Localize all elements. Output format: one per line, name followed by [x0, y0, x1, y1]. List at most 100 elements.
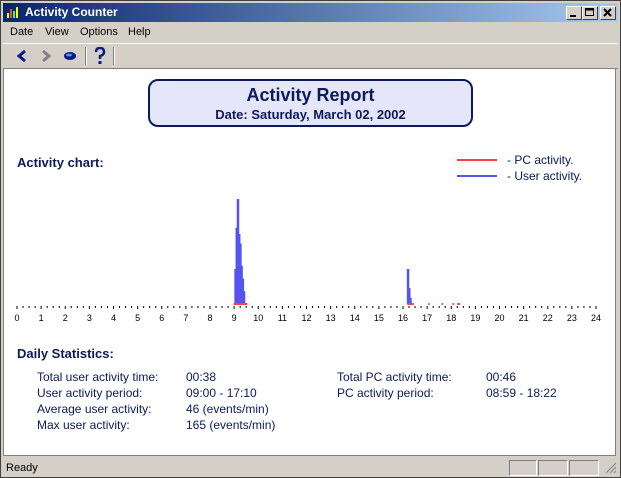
minor-tick [409, 306, 410, 308]
x-tick-label: 2 [63, 313, 68, 323]
x-tick-label: 7 [183, 313, 188, 323]
x-tick-label: 13 [326, 313, 336, 323]
maximize-icon [583, 7, 597, 19]
minor-tick [415, 306, 416, 308]
minor-tick [131, 306, 132, 308]
forward-button[interactable] [35, 46, 57, 66]
stat-value: 46 (events/min) [186, 402, 269, 416]
x-tick-label: 12 [301, 313, 311, 323]
minor-tick [23, 306, 24, 308]
minor-tick [481, 306, 482, 308]
stat-value: 08:59 - 18:22 [486, 386, 557, 400]
minor-tick [396, 306, 397, 308]
pc-activity-span [457, 303, 460, 305]
minor-tick [384, 306, 385, 308]
stat-value: 00:46 [486, 370, 516, 384]
report-area: Activity Report Date: Saturday, March 02… [3, 68, 616, 456]
x-tick-label: 21 [519, 313, 529, 323]
minor-tick [29, 306, 30, 308]
minor-tick [589, 306, 590, 308]
stat-label: User activity period: [37, 386, 142, 400]
hour-tick [403, 306, 404, 309]
menu-options[interactable]: Options [80, 26, 118, 38]
hour-tick [113, 306, 114, 309]
minor-tick [487, 306, 488, 308]
minor-tick [252, 306, 253, 308]
minor-tick [264, 306, 265, 308]
minor-tick [197, 306, 198, 308]
stat-label: Total PC activity time: [337, 370, 452, 384]
hour-tick [41, 306, 42, 309]
minor-tick [203, 306, 204, 308]
stat-label: Max user activity: [37, 418, 130, 432]
minor-tick [336, 306, 337, 308]
minor-tick [59, 306, 60, 308]
today-button[interactable] [59, 46, 81, 66]
minor-tick [348, 306, 349, 308]
menu-help[interactable]: Help [128, 26, 151, 38]
hour-tick [547, 306, 548, 309]
minor-tick [390, 306, 391, 308]
minimize-button[interactable] [566, 6, 582, 20]
maximize-button[interactable] [582, 6, 598, 20]
hour-tick [354, 306, 355, 309]
hour-tick [596, 306, 597, 309]
stat-label: Average user activity: [37, 402, 152, 416]
title-bar[interactable]: Activity Counter [3, 3, 618, 22]
menu-view[interactable]: View [45, 26, 69, 38]
hour-tick [65, 306, 66, 309]
report-title: Activity Report [150, 85, 471, 106]
hour-tick [89, 306, 90, 309]
pc-activity-span [452, 303, 454, 305]
minor-tick [35, 306, 36, 308]
minor-tick [445, 306, 446, 308]
help-button[interactable] [89, 46, 111, 66]
resize-grip-icon[interactable] [605, 462, 617, 474]
minor-tick [421, 306, 422, 308]
status-pane [569, 460, 599, 476]
pc-activity-span [428, 303, 430, 305]
x-tick-label: 19 [470, 313, 480, 323]
window-title: Activity Counter [25, 5, 118, 19]
help-icon [93, 47, 107, 65]
pc-activity-span [234, 303, 248, 305]
pc-activity-span [442, 303, 444, 305]
minor-tick [493, 306, 494, 308]
minor-tick [360, 306, 361, 308]
minor-tick [457, 306, 458, 308]
minor-tick [149, 306, 150, 308]
stat-value: 00:38 [186, 370, 216, 384]
x-tick-label: 17 [422, 313, 432, 323]
minor-tick [240, 306, 241, 308]
minor-tick [505, 306, 506, 308]
user-activity-bar [243, 291, 246, 304]
hour-tick [306, 306, 307, 309]
menu-date[interactable]: Date [10, 26, 33, 38]
legend-user-line [457, 175, 497, 177]
status-bar: Ready [3, 458, 618, 477]
hour-tick [185, 306, 186, 309]
x-tick-label: 11 [278, 313, 287, 323]
back-button[interactable] [11, 46, 33, 66]
minor-tick [366, 306, 367, 308]
legend-pc-line [457, 159, 497, 161]
minor-tick [559, 306, 560, 308]
minor-tick [324, 306, 325, 308]
report-date: Date: Saturday, March 02, 2002 [150, 107, 471, 122]
hour-tick [378, 306, 379, 309]
x-tick-label: 15 [374, 313, 384, 323]
x-tick-label: 16 [398, 313, 408, 323]
minor-tick [276, 306, 277, 308]
stat-value: 09:00 - 17:10 [186, 386, 257, 400]
minor-tick [270, 306, 271, 308]
hour-tick [137, 306, 138, 309]
toolbar-separator [113, 47, 115, 65]
x-tick-label: 14 [350, 313, 360, 323]
close-button[interactable] [600, 6, 616, 20]
x-tick-label: 3 [87, 313, 92, 323]
minor-tick [179, 306, 180, 308]
menu-bar: Date View Options Help [3, 23, 618, 42]
minor-tick [47, 306, 48, 308]
minor-tick [294, 306, 295, 308]
close-icon [601, 7, 615, 19]
